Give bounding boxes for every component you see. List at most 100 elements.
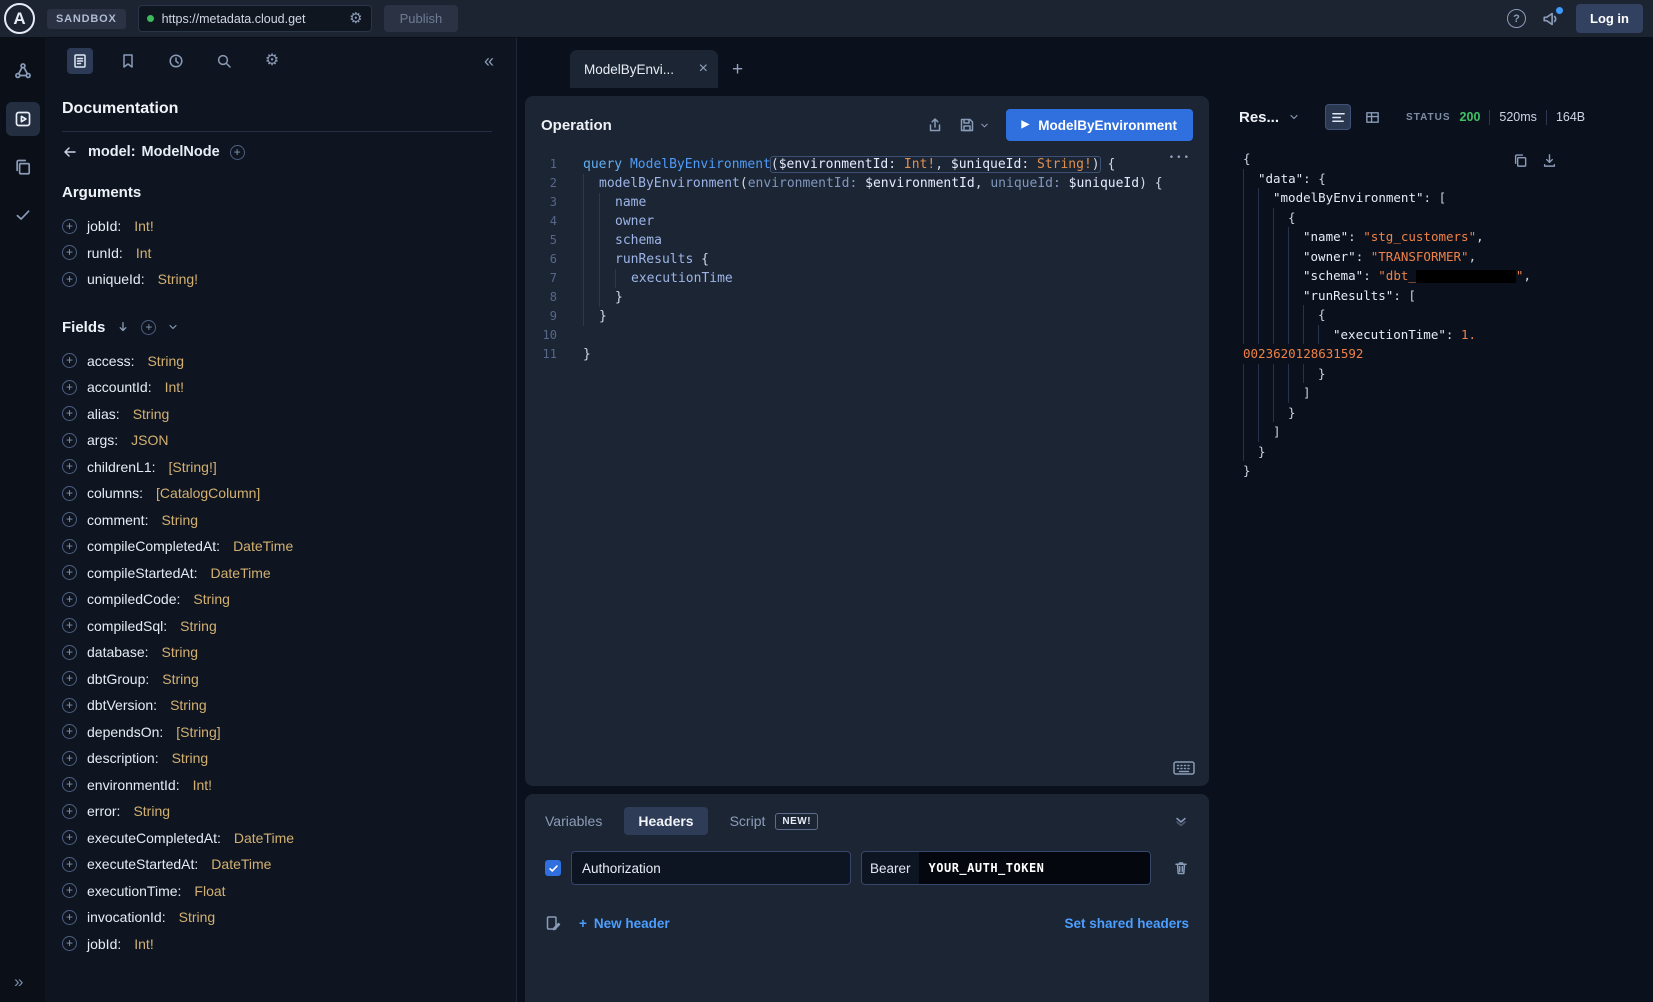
add-to-query-icon[interactable]: + (62, 936, 77, 951)
add-to-query-icon[interactable]: + (62, 592, 77, 607)
field-type[interactable]: String (172, 750, 209, 766)
doc-field-row[interactable]: +executeStartedAt:DateTime (62, 851, 492, 878)
add-to-query-icon[interactable]: + (62, 406, 77, 421)
doc-field-row[interactable]: +alias:String (62, 401, 492, 428)
field-type[interactable]: JSON (131, 432, 168, 448)
download-response-icon[interactable] (1542, 153, 1557, 168)
add-to-query-icon[interactable]: + (62, 512, 77, 527)
collapse-docs-icon[interactable]: « (484, 51, 494, 72)
add-to-query-icon[interactable]: + (62, 645, 77, 660)
field-type[interactable]: String (162, 671, 199, 687)
help-icon[interactable]: ? (1507, 9, 1526, 28)
field-type[interactable]: [String!] (169, 459, 217, 475)
fields-options-chevron-icon[interactable] (167, 321, 179, 333)
add-to-query-icon[interactable]: + (62, 804, 77, 819)
connection-settings-icon[interactable]: ⚙ (349, 11, 362, 26)
add-to-query-icon[interactable]: + (62, 272, 77, 287)
doc-field-row[interactable]: +dbtGroup:String (62, 666, 492, 693)
response-view-chevron-icon[interactable] (1288, 111, 1300, 123)
back-arrow-icon[interactable] (62, 144, 78, 160)
doc-field-row[interactable]: +compileCompletedAt:DateTime (62, 533, 492, 560)
apollo-logo[interactable]: A (4, 3, 35, 34)
doc-field-row[interactable]: +args:JSON (62, 427, 492, 454)
raw-view-icon[interactable] (1325, 104, 1351, 130)
doc-field-row[interactable]: +childrenL1:[String!] (62, 454, 492, 481)
login-button[interactable]: Log in (1576, 4, 1643, 33)
doc-field-row[interactable]: +description:String (62, 745, 492, 772)
field-type[interactable]: String (161, 512, 198, 528)
editor-code[interactable]: query ModelByEnvironment($environmentId:… (569, 155, 1209, 786)
doc-field-row[interactable]: +compileStartedAt:DateTime (62, 560, 492, 587)
field-type[interactable]: String (179, 909, 216, 925)
preflight-script-icon[interactable] (545, 915, 561, 931)
doc-field-row[interactable]: +accountId:Int! (62, 374, 492, 401)
field-type[interactable]: String (162, 644, 199, 660)
add-to-query-icon[interactable]: + (62, 459, 77, 474)
field-type[interactable]: Int! (134, 218, 153, 234)
header-name-input[interactable] (571, 851, 851, 885)
field-type[interactable]: String (133, 803, 170, 819)
tab-headers[interactable]: Headers (624, 807, 707, 835)
add-to-query-icon[interactable]: + (62, 380, 77, 395)
auth-token-value[interactable]: YOUR_AUTH_TOKEN (919, 852, 1150, 884)
doc-field-row[interactable]: +columns:[CatalogColumn] (62, 480, 492, 507)
doc-field-row[interactable]: +environmentId:Int! (62, 772, 492, 799)
publish-button[interactable]: Publish (384, 5, 459, 32)
add-to-query-icon[interactable]: + (62, 433, 77, 448)
add-to-query-icon[interactable]: + (62, 857, 77, 872)
field-type[interactable]: Int! (134, 936, 153, 952)
doc-field-row[interactable]: +jobId:Int! (62, 213, 492, 240)
endpoint-url[interactable]: https://metadata.cloud.get (162, 12, 342, 26)
add-to-query-icon[interactable]: + (62, 539, 77, 554)
sort-fields-icon[interactable] (116, 320, 130, 334)
operation-tab[interactable]: ModelByEnvi... × (570, 50, 718, 88)
field-type[interactable]: String (193, 591, 230, 607)
add-to-query-icon[interactable]: + (62, 751, 77, 766)
announcements-icon[interactable] (1542, 10, 1560, 28)
set-shared-headers-link[interactable]: Set shared headers (1064, 916, 1189, 931)
add-to-query-icon[interactable]: + (62, 698, 77, 713)
keyboard-shortcuts-icon[interactable] (1173, 760, 1195, 776)
field-type[interactable]: String (180, 618, 217, 634)
doc-field-row[interactable]: +dbtVersion:String (62, 692, 492, 719)
add-all-fields-icon[interactable]: + (141, 320, 156, 335)
add-to-query-icon[interactable]: + (62, 245, 77, 260)
delete-header-icon[interactable] (1173, 860, 1189, 876)
field-type[interactable]: Int (136, 245, 152, 261)
run-operation-button[interactable]: ▶ ModelByEnvironment (1006, 109, 1193, 141)
settings-gear-icon[interactable]: ⚙ (259, 48, 285, 74)
saved-operations-icon[interactable] (115, 48, 141, 74)
header-enabled-checkbox[interactable] (545, 860, 561, 876)
add-to-query-icon[interactable]: + (62, 777, 77, 792)
tab-script[interactable]: Script (730, 813, 766, 829)
field-type[interactable]: String (133, 406, 170, 422)
add-to-query-icon[interactable]: + (62, 724, 77, 739)
field-type[interactable]: [CatalogColumn] (156, 485, 260, 501)
doc-field-row[interactable]: +invocationId:String (62, 904, 492, 931)
field-type[interactable]: String! (158, 271, 198, 287)
add-to-query-icon[interactable]: + (62, 830, 77, 845)
field-type[interactable]: DateTime (233, 538, 293, 554)
copy-response-icon[interactable] (1513, 153, 1528, 168)
graphql-editor[interactable]: 1234567891011 query ModelByEnvironment($… (525, 151, 1209, 786)
doc-field-row[interactable]: +access:String (62, 348, 492, 375)
add-to-query-icon[interactable]: + (62, 219, 77, 234)
field-type[interactable]: DateTime (211, 856, 271, 872)
new-header-button[interactable]: + New header (579, 916, 670, 931)
add-to-query-icon[interactable]: + (62, 618, 77, 633)
field-type[interactable]: Float (194, 883, 225, 899)
field-type[interactable]: DateTime (234, 830, 294, 846)
header-value-field[interactable]: Bearer YOUR_AUTH_TOKEN (861, 851, 1151, 885)
operations-nav-icon[interactable] (6, 150, 40, 184)
add-type-icon[interactable]: + (230, 145, 245, 160)
save-operation-button[interactable] (959, 117, 990, 133)
add-to-query-icon[interactable]: + (62, 565, 77, 580)
share-operation-icon[interactable] (927, 117, 943, 133)
editor-menu-icon[interactable]: ••• (1169, 153, 1191, 163)
schema-nav-icon[interactable] (6, 54, 40, 88)
tab-variables[interactable]: Variables (545, 813, 602, 829)
field-type[interactable]: Int! (165, 379, 184, 395)
search-icon[interactable] (211, 48, 237, 74)
add-to-query-icon[interactable]: + (62, 486, 77, 501)
doc-field-row[interactable]: +uniqueId:String! (62, 266, 492, 293)
